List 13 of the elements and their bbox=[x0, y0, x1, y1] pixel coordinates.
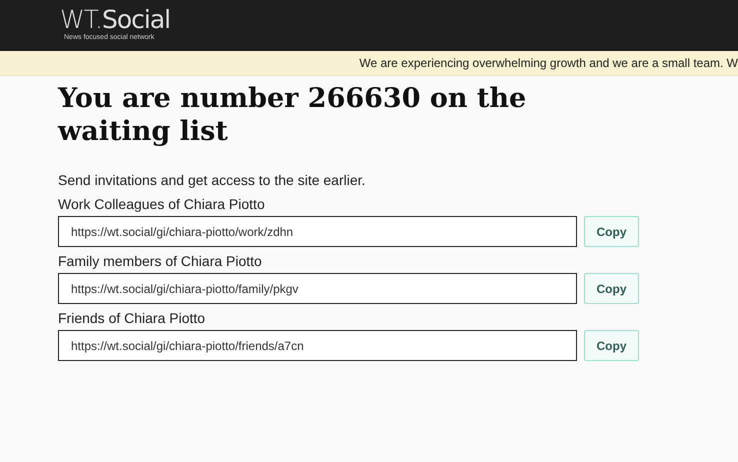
logo[interactable]: WT.Social bbox=[60, 7, 184, 33]
copy-button[interactable]: Copy bbox=[584, 216, 639, 247]
link-field[interactable]: https://wt.social/gi/chiara-piotto/family/pkgv bbox=[58, 273, 577, 304]
field-label: Work Colleagues of Chiara Piotto bbox=[58, 196, 266, 212]
link-field[interactable]: https://wt.social/gi/chiara-piotto/friends/a7cn bbox=[58, 330, 577, 361]
field-label: Family members of Chiara Piotto bbox=[58, 253, 263, 269]
notice-text: We are experiencing overwhelming growth and we are a small team. W bbox=[359, 56, 738, 70]
copy-button[interactable]: Copy bbox=[584, 273, 639, 304]
copy-button[interactable]: Copy bbox=[584, 330, 639, 361]
intro-text: Send invitations and get access to the site earlier. bbox=[58, 172, 366, 188]
link-field[interactable]: https://wt.social/gi/chiara-piotto/work/zdhn bbox=[58, 216, 577, 247]
field-label: Friends of Chiara Piotto bbox=[58, 310, 206, 326]
page-heading: You are number 266630 on the waiting list bbox=[58, 82, 528, 148]
